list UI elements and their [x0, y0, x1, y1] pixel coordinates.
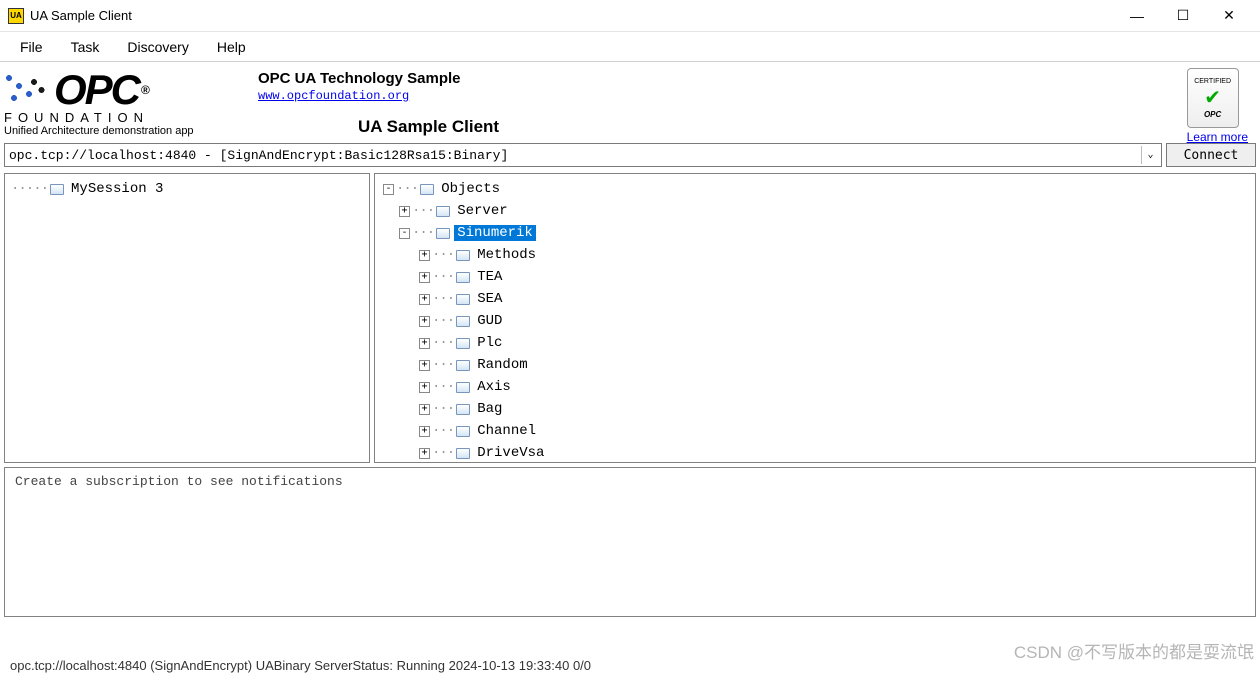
app-icon: UA	[8, 8, 24, 24]
minimize-button[interactable]: —	[1114, 1, 1160, 31]
node-label-random: Random	[474, 357, 530, 373]
folder-icon	[420, 184, 434, 195]
folder-icon	[456, 316, 470, 327]
folder-icon	[456, 448, 470, 459]
tree-node-sinumerik[interactable]: - ··· Sinumerik	[377, 222, 1253, 244]
node-label-gud: GUD	[474, 313, 505, 329]
expand-icon[interactable]: +	[419, 294, 430, 305]
opc-foundation-link[interactable]: www.opcfoundation.org	[258, 89, 409, 103]
status-text: opc.tcp://localhost:4840 (SignAndEncrypt…	[10, 658, 591, 673]
banner-text: OPC UA Technology Sample www.opcfoundati…	[238, 70, 499, 137]
expand-icon[interactable]: +	[419, 338, 430, 349]
collapse-icon[interactable]: -	[399, 228, 410, 239]
folder-icon	[436, 206, 450, 217]
tree-node-channel[interactable]: +··· Channel	[377, 420, 1253, 442]
tree-node-server[interactable]: + ··· Server	[377, 200, 1253, 222]
tree-node-gud[interactable]: +··· GUD	[377, 310, 1253, 332]
connection-url-combo[interactable]: opc.tcp://localhost:4840 - [SignAndEncry…	[4, 143, 1162, 167]
menu-help[interactable]: Help	[205, 35, 258, 59]
address-space-tree-pane[interactable]: - ··· Objects + ··· Server - ··· Sinumer…	[374, 173, 1256, 463]
node-label-channel: Channel	[474, 423, 539, 439]
folder-icon	[456, 272, 470, 283]
logo-dots-icon	[4, 70, 54, 110]
expand-icon[interactable]: +	[419, 360, 430, 371]
cert-label: CERTIFIED	[1194, 78, 1231, 85]
expand-icon[interactable]: +	[419, 404, 430, 415]
window-controls: — ☐ ✕	[1114, 1, 1252, 31]
collapse-icon[interactable]: -	[383, 184, 394, 195]
opc-logo: OPC ®	[4, 70, 238, 110]
cert-opc-mini: OPC	[1204, 110, 1221, 119]
connection-url-value: opc.tcp://localhost:4840 - [SignAndEncry…	[9, 148, 508, 163]
connect-button[interactable]: Connect	[1166, 143, 1256, 167]
titlebar: UA UA Sample Client — ☐ ✕	[0, 0, 1260, 32]
folder-icon	[456, 426, 470, 437]
node-label-axis: Axis	[474, 379, 514, 395]
folder-icon	[456, 294, 470, 305]
banner: OPC ® FOUNDATION Unified Architecture de…	[0, 62, 1260, 141]
learn-more-link[interactable]: Learn more	[1187, 130, 1248, 144]
tree-node-random[interactable]: +··· Random	[377, 354, 1253, 376]
expand-icon[interactable]: +	[419, 382, 430, 393]
session-root-label: MySession 3	[68, 181, 166, 197]
tree-node-drivevsa[interactable]: +··· DriveVsa	[377, 442, 1253, 463]
node-label-objects: Objects	[438, 181, 503, 197]
folder-icon	[436, 228, 450, 239]
node-label-tea: TEA	[474, 269, 505, 285]
menu-file[interactable]: File	[8, 35, 55, 59]
tree-node-plc[interactable]: +··· Plc	[377, 332, 1253, 354]
node-label-bag: Bag	[474, 401, 505, 417]
tech-title: OPC UA Technology Sample	[258, 70, 499, 87]
folder-icon	[456, 360, 470, 371]
status-bar: opc.tcp://localhost:4840 (SignAndEncrypt…	[10, 658, 1250, 673]
logo-reg: ®	[141, 85, 148, 96]
folder-icon	[456, 338, 470, 349]
expand-icon[interactable]: +	[419, 426, 430, 437]
notifications-placeholder: Create a subscription to see notificatio…	[15, 474, 343, 489]
maximize-button[interactable]: ☐	[1160, 1, 1206, 31]
session-root-node[interactable]: ····· MySession 3	[7, 178, 367, 200]
folder-icon	[50, 184, 64, 195]
tree-node-axis[interactable]: +··· Axis	[377, 376, 1253, 398]
node-label-server: Server	[454, 203, 510, 219]
cert-check-icon: ✔	[1204, 85, 1221, 110]
tree-node-methods[interactable]: +··· Methods	[377, 244, 1253, 266]
logo-text: OPC	[54, 71, 139, 109]
node-label-sea: SEA	[474, 291, 505, 307]
node-label-methods: Methods	[474, 247, 539, 263]
expand-icon[interactable]: +	[419, 448, 430, 459]
cert-box-icon: CERTIFIED ✔ OPC	[1187, 68, 1239, 128]
foundation-text: FOUNDATION	[4, 110, 238, 125]
folder-icon	[456, 382, 470, 393]
dropdown-icon[interactable]: ⌄	[1141, 146, 1159, 164]
node-label-sinumerik: Sinumerik	[454, 225, 536, 241]
tree-node-sea[interactable]: +··· SEA	[377, 288, 1253, 310]
folder-icon	[456, 250, 470, 261]
menu-task[interactable]: Task	[59, 35, 112, 59]
node-label-drivevsa: DriveVsa	[474, 445, 547, 461]
tree-node-tea[interactable]: +··· TEA	[377, 266, 1253, 288]
close-button[interactable]: ✕	[1206, 1, 1252, 31]
expand-icon[interactable]: +	[419, 250, 430, 261]
window-title: UA Sample Client	[30, 8, 1114, 23]
tree-node-bag[interactable]: +··· Bag	[377, 398, 1253, 420]
expand-icon[interactable]: +	[419, 316, 430, 327]
cert-badge: CERTIFIED ✔ OPC Learn more	[1187, 68, 1248, 144]
node-label-plc: Plc	[474, 335, 505, 351]
sample-client-title: UA Sample Client	[358, 117, 499, 137]
notifications-pane[interactable]: Create a subscription to see notificatio…	[4, 467, 1256, 617]
expand-icon[interactable]: +	[419, 272, 430, 283]
tree-panes: ····· MySession 3 - ··· Objects + ··· Se…	[0, 169, 1260, 467]
tree-node-objects[interactable]: - ··· Objects	[377, 178, 1253, 200]
tree-dots: ·····	[11, 181, 48, 197]
connection-row: opc.tcp://localhost:4840 - [SignAndEncry…	[0, 141, 1260, 169]
session-tree-pane[interactable]: ····· MySession 3	[4, 173, 370, 463]
menu-discovery[interactable]: Discovery	[115, 35, 200, 59]
tagline-text: Unified Architecture demonstration app	[4, 125, 238, 137]
opc-logo-block: OPC ® FOUNDATION Unified Architecture de…	[4, 70, 238, 137]
menubar: File Task Discovery Help	[0, 32, 1260, 62]
expand-icon[interactable]: +	[399, 206, 410, 217]
folder-icon	[456, 404, 470, 415]
